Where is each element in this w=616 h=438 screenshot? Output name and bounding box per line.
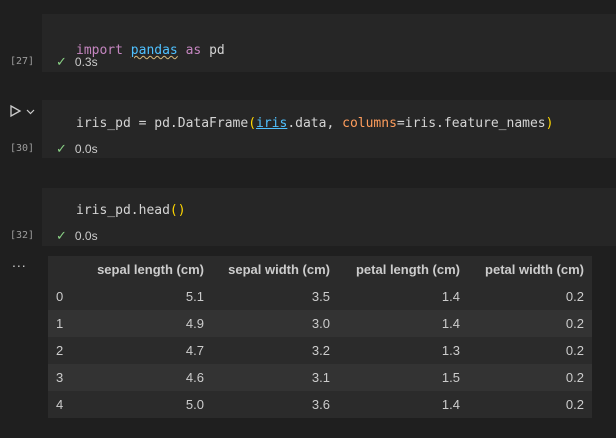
cell-3-status: ✓ 0.0s (56, 228, 98, 244)
as-keyword: as (185, 43, 202, 58)
table-cell: 4.9 (185, 316, 204, 331)
table-row: 1 4.9 3.0 1.4 0.2 (48, 310, 592, 337)
row-index: 3 (56, 370, 64, 385)
index-header (48, 256, 80, 283)
dataframe-output: sepal length (cm) sepal width (cm) petal… (48, 256, 592, 418)
run-cell-button[interactable] (8, 104, 35, 118)
more-icon[interactable]: ... (12, 254, 27, 270)
chevron-down-icon[interactable] (26, 107, 35, 116)
table-cell: 0.2 (565, 370, 584, 385)
arg-rest: .data, (287, 116, 343, 131)
code-lhs: iris_pd = pd.DataFrame (76, 116, 249, 131)
table-cell: 0.2 (565, 397, 584, 412)
open-paren: ( (248, 116, 257, 131)
table-cell: 0.2 (565, 316, 584, 331)
table-cell: 0.2 (565, 343, 584, 358)
column-header: sepal width (cm) (228, 262, 330, 277)
iris-link[interactable]: iris (256, 116, 287, 131)
table-cell: 5.0 (185, 397, 204, 412)
table-cell: 1.4 (441, 397, 460, 412)
close-paren: ) (545, 116, 554, 131)
execution-time: 0.0s (74, 142, 98, 156)
row-index: 0 (56, 289, 64, 304)
column-header: petal width (cm) (485, 262, 584, 277)
table-row: 4 5.0 3.6 1.4 0.2 (48, 391, 592, 418)
cell-2-status: ✓ 0.0s (56, 141, 98, 157)
execution-count-2: [30] (10, 143, 35, 154)
table-header-row: sepal length (cm) sepal width (cm) petal… (48, 256, 592, 283)
column-header: sepal length (cm) (97, 262, 204, 277)
table-cell: 3.6 (311, 397, 330, 412)
check-icon: ✓ (56, 141, 67, 156)
table-cell: 3.2 (311, 343, 330, 358)
table-row: 0 5.1 3.5 1.4 0.2 (48, 283, 592, 310)
execution-count-1: [27] (10, 56, 35, 67)
execution-time: 0.0s (74, 229, 98, 243)
equals: = (396, 116, 405, 131)
code-text: iris_pd.head (76, 203, 170, 218)
table-cell: 1.4 (441, 316, 460, 331)
column-header: petal length (cm) (355, 262, 460, 277)
table-row: 3 4.6 3.1 1.5 0.2 (48, 364, 592, 391)
table-cell: 3.1 (311, 370, 330, 385)
row-index: 2 (56, 343, 64, 358)
table-cell: 1.4 (441, 289, 460, 304)
table-cell: 4.6 (185, 370, 204, 385)
cell-1-code[interactable]: import pandas as pd (76, 28, 225, 58)
table-cell: 1.5 (441, 370, 460, 385)
row-index: 4 (56, 397, 64, 412)
table-cell: 4.7 (185, 343, 204, 358)
check-icon: ✓ (56, 228, 67, 243)
cell-3-code[interactable]: iris_pd.head() (76, 203, 186, 218)
table-row: 2 4.7 3.2 1.3 0.2 (48, 337, 592, 364)
row-index: 1 (56, 316, 64, 331)
table-cell: 3.0 (311, 316, 330, 331)
cell-1-status: ✓ 0.3s (56, 54, 98, 70)
execution-count-3: [32] (10, 230, 35, 241)
table-cell: 0.2 (565, 289, 584, 304)
play-icon[interactable] (8, 104, 22, 118)
alias-name: pd (209, 43, 225, 58)
cell-2-code[interactable]: iris_pd = pd.DataFrame(iris.data, column… (76, 116, 553, 131)
kwarg-name: columns (342, 116, 397, 131)
module-name: pandas (130, 43, 178, 58)
table-cell: 3.5 (311, 289, 330, 304)
check-icon: ✓ (56, 54, 67, 69)
table-cell: 1.3 (441, 343, 460, 358)
execution-time: 0.3s (74, 55, 98, 69)
call-parens: () (169, 203, 186, 218)
table-cell: 5.1 (185, 289, 204, 304)
kwarg-value: iris.feature_names (404, 116, 546, 131)
